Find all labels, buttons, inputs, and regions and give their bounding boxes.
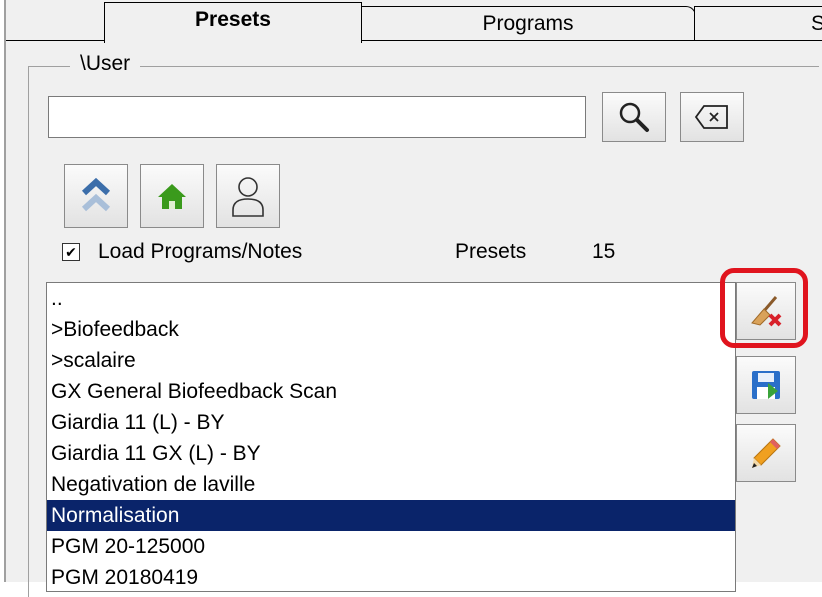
backspace-icon: [694, 105, 728, 129]
list-item[interactable]: PGM 20180419: [47, 562, 735, 591]
preset-list[interactable]: .. >Biofeedback >scalaire GX General Bio…: [46, 282, 736, 592]
save-icon: [752, 371, 780, 399]
list-item[interactable]: Giardia 11 GX (L) - BY: [47, 438, 735, 469]
list-item[interactable]: Giardia 11 (L) - BY: [47, 407, 735, 438]
load-programs-option[interactable]: ✔ Load Programs/Notes: [62, 240, 302, 264]
tab-third[interactable]: S: [694, 6, 822, 40]
tab-strip: Presets Programs S: [6, 0, 822, 43]
list-item[interactable]: Negativation de laville: [47, 469, 735, 500]
tab-presets[interactable]: Presets: [104, 2, 362, 43]
load-programs-label: Load Programs/Notes: [98, 240, 303, 263]
presets-label: Presets: [455, 240, 527, 263]
list-item[interactable]: PGM 20-125000: [47, 531, 735, 562]
tab-programs[interactable]: Programs: [360, 6, 696, 41]
list-item-selected[interactable]: Normalisation: [47, 500, 735, 531]
search-button[interactable]: [602, 92, 666, 142]
pencil-icon: [752, 438, 781, 468]
user-icon: [232, 177, 264, 217]
list-item[interactable]: ..: [47, 283, 735, 314]
edit-preset-button[interactable]: [736, 424, 796, 482]
highlight-box: [720, 268, 808, 348]
user-button[interactable]: [216, 164, 280, 228]
home-icon: [158, 184, 186, 209]
home-button[interactable]: [140, 164, 204, 228]
list-item[interactable]: >Biofeedback: [47, 314, 735, 345]
folder-up-button[interactable]: [64, 164, 128, 228]
double-chevron-up-icon: [81, 177, 111, 212]
search-icon: [619, 102, 649, 132]
clear-search-button[interactable]: [680, 92, 744, 142]
list-item[interactable]: >scalaire: [47, 345, 735, 376]
save-preset-button[interactable]: [736, 356, 796, 414]
presets-count: 15: [592, 240, 616, 263]
list-item[interactable]: GX General Biofeedback Scan: [47, 376, 735, 407]
load-programs-checkbox[interactable]: ✔: [62, 243, 80, 261]
search-input[interactable]: [48, 96, 586, 138]
group-label: \User: [70, 52, 141, 76]
